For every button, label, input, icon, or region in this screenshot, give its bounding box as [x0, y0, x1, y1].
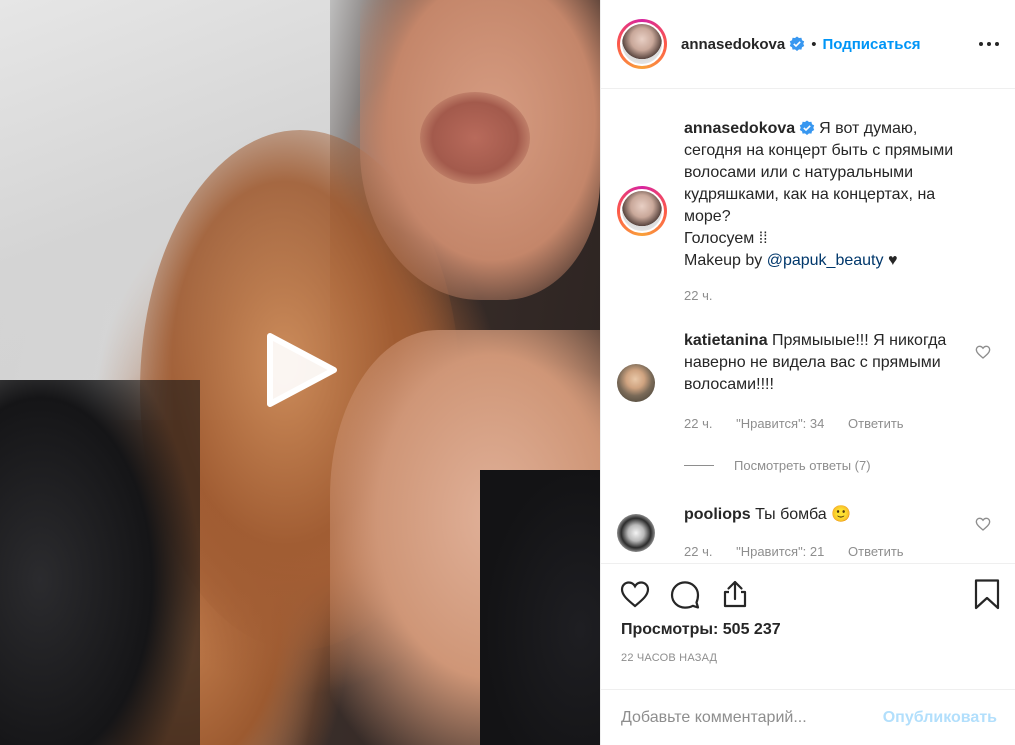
- follow-button[interactable]: Подписаться: [822, 36, 920, 53]
- post-dialog: annasedokova • Подписаться annasedokova …: [0, 0, 1015, 745]
- comment-text: pooliops Ты бомба 🙂: [684, 504, 955, 526]
- comment-meta: 22 ч. "Нравится": 34 Ответить: [684, 416, 924, 431]
- comment-username[interactable]: katietanina: [684, 332, 768, 349]
- caption-line: сегодня на концерт быть с прямыми: [684, 142, 954, 159]
- caption-meta: 22 ч.: [684, 288, 732, 303]
- comment-like-icon[interactable]: [975, 516, 991, 532]
- media-jacket-right: [480, 470, 600, 745]
- comment-reply-button[interactable]: Ответить: [848, 544, 904, 559]
- makeup-prefix: Makeup by: [684, 252, 767, 269]
- bookmark-icon[interactable]: [971, 578, 1003, 610]
- action-bar: [601, 563, 1015, 623]
- caption-line: кудряшками, как на концертах, на: [684, 186, 936, 203]
- video-media[interactable]: [0, 0, 600, 745]
- add-comment-bar: Добавьте комментарий... Опубликовать: [601, 689, 1015, 745]
- post-timestamp[interactable]: 22 ЧАСОВ НАЗАД: [621, 652, 717, 664]
- verified-badge-icon: [790, 36, 805, 51]
- heart-emoji: ♥: [883, 252, 898, 269]
- view-replies-label[interactable]: Посмотреть ответы (7): [734, 458, 871, 473]
- header-separator: •: [811, 35, 817, 53]
- verified-badge-icon: [799, 120, 815, 135]
- commenter-avatar[interactable]: [617, 364, 655, 402]
- comment-time[interactable]: 22 ч.: [684, 544, 712, 559]
- makeup-mention-link[interactable]: @papuk_beauty: [767, 252, 884, 269]
- commenter-avatar[interactable]: [617, 514, 655, 552]
- share-icon[interactable]: [719, 578, 751, 610]
- views-count[interactable]: Просмотры: 505 237: [621, 621, 781, 639]
- play-icon[interactable]: [262, 330, 342, 410]
- more-horizontal-icon[interactable]: [977, 34, 1001, 54]
- view-replies-button[interactable]: Посмотреть ответы (7): [684, 458, 871, 473]
- publish-button[interactable]: Опубликовать: [883, 709, 997, 727]
- comment-time[interactable]: 22 ч.: [684, 416, 712, 431]
- media-lips: [420, 92, 530, 184]
- comment-reply-button[interactable]: Ответить: [848, 416, 904, 431]
- side-panel: annasedokova • Подписаться annasedokova …: [600, 0, 1015, 745]
- author-avatar[interactable]: [617, 19, 667, 69]
- comment-likes[interactable]: "Нравится": 34: [736, 416, 824, 431]
- heart-icon[interactable]: [619, 578, 651, 610]
- comment-text: katietanina Прямыыые!!! Я никогда наверн…: [684, 330, 955, 396]
- caption-line: Голосуем ⁞⁞: [684, 230, 768, 247]
- caption-line: Я вот думаю,: [819, 120, 918, 137]
- comment-username[interactable]: pooliops: [684, 506, 751, 523]
- caption-time[interactable]: 22 ч.: [684, 288, 712, 303]
- post-header: annasedokova • Подписаться: [601, 0, 1015, 89]
- comment-input[interactable]: Добавьте комментарий...: [621, 709, 883, 727]
- caption-username[interactable]: annasedokova: [684, 120, 795, 137]
- caption-text: annasedokova Я вот думаю, сегодня на кон…: [684, 118, 955, 272]
- comments-list[interactable]: annasedokova Я вот думаю, сегодня на кон…: [601, 90, 1015, 563]
- caption-line: волосами или с натуральными: [684, 164, 914, 181]
- comment-likes[interactable]: "Нравится": 21: [736, 544, 824, 559]
- author-username[interactable]: annasedokova: [681, 36, 785, 53]
- replies-divider: [684, 465, 714, 466]
- media-jacket-left: [0, 380, 200, 745]
- caption-avatar[interactable]: [617, 186, 667, 236]
- comment-body: Ты бомба 🙂: [750, 506, 852, 523]
- caption-line: море?: [684, 208, 731, 225]
- comment-like-icon[interactable]: [975, 344, 991, 360]
- comment-meta: 22 ч. "Нравится": 21 Ответить: [684, 544, 924, 559]
- comment-icon[interactable]: [669, 578, 701, 610]
